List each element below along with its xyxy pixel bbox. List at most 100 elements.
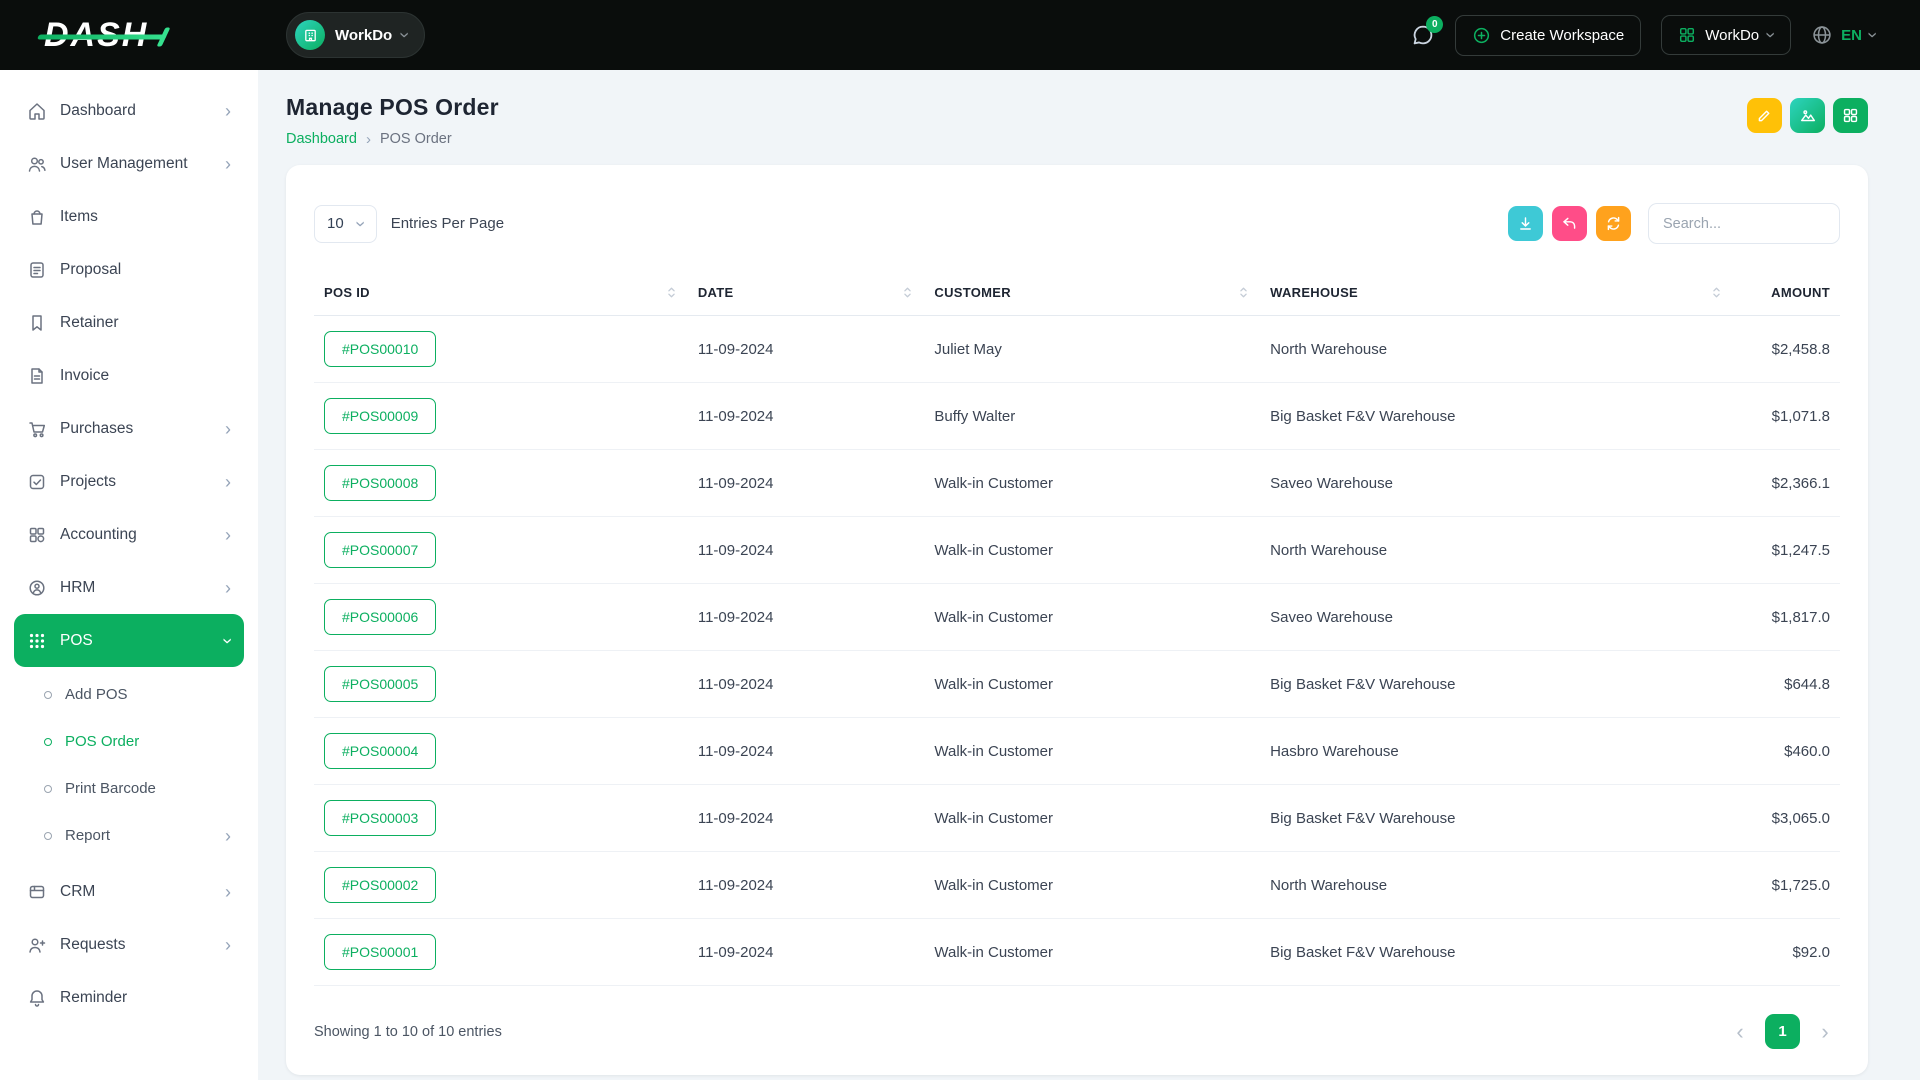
sidebar-item-reminder[interactable]: Reminder <box>14 971 244 1024</box>
sort-icon <box>1237 286 1250 299</box>
sidebar-subitem-add-pos[interactable]: Add POS <box>14 671 244 718</box>
pos-id-link[interactable]: #POS00006 <box>324 599 436 635</box>
pos-id-link[interactable]: #POS00005 <box>324 666 436 702</box>
bookmark-icon <box>27 313 47 333</box>
next-page-button[interactable]: › <box>1810 1015 1840 1049</box>
sidebar-item-user-management[interactable]: User Management <box>14 137 244 190</box>
export-button[interactable] <box>1508 206 1543 241</box>
circle-icon <box>44 738 52 746</box>
logo-area: DASH <box>0 16 258 55</box>
breadcrumb: Dashboard POS Order <box>286 131 499 147</box>
warehouse-name: North Warehouse <box>1260 852 1733 919</box>
table-row: #POS00005 11-09-2024 Walk-in Customer Bi… <box>314 651 1840 718</box>
customer-name: Juliet May <box>924 316 1260 383</box>
sidebar-item-purchases[interactable]: Purchases <box>14 402 244 455</box>
previous-page-button[interactable]: ‹ <box>1725 1015 1755 1049</box>
sidebar-item-retainer[interactable]: Retainer <box>14 296 244 349</box>
chevron-right-icon <box>225 420 231 438</box>
page-number-button[interactable]: 1 <box>1765 1014 1800 1049</box>
order-amount: $3,065.0 <box>1733 785 1840 852</box>
warehouse-name: Saveo Warehouse <box>1260 450 1733 517</box>
order-date: 11-09-2024 <box>688 584 925 651</box>
pos-id-link[interactable]: #POS00010 <box>324 331 436 367</box>
pos-id-link[interactable]: #POS00004 <box>324 733 436 769</box>
order-date: 11-09-2024 <box>688 785 925 852</box>
chevron-right-icon <box>225 526 231 544</box>
grid-squares-icon <box>27 525 47 545</box>
document-check-icon <box>27 260 47 280</box>
column-header-customer[interactable]: CUSTOMER <box>924 270 1260 316</box>
sidebar-item-pos[interactable]: POS <box>14 614 244 667</box>
home-icon <box>27 101 47 121</box>
pos-id-link[interactable]: #POS00007 <box>324 532 436 568</box>
customer-name: Walk-in Customer <box>924 852 1260 919</box>
bag-icon <box>27 207 47 227</box>
customer-name: Walk-in Customer <box>924 785 1260 852</box>
pos-id-link[interactable]: #POS00002 <box>324 867 436 903</box>
column-header-date[interactable]: DATE <box>688 270 925 316</box>
chevron-right-icon <box>225 936 231 954</box>
pos-id-link[interactable]: #POS00001 <box>324 934 436 970</box>
table-footer: Showing 1 to 10 of 10 entries ‹ 1 › <box>314 986 1840 1049</box>
user-plus-icon <box>27 935 47 955</box>
sidebar-subitem-pos-order[interactable]: POS Order <box>14 718 244 765</box>
warehouse-name: North Warehouse <box>1260 316 1733 383</box>
sidebar-item-projects[interactable]: Projects <box>14 455 244 508</box>
sidebar-item-requests[interactable]: Requests <box>14 918 244 971</box>
warehouse-name: North Warehouse <box>1260 517 1733 584</box>
column-header-warehouse[interactable]: WAREHOUSE <box>1260 270 1733 316</box>
grid-view-button[interactable] <box>1833 98 1868 133</box>
workdo-menu-label: WorkDo <box>1705 27 1759 44</box>
create-workspace-label: Create Workspace <box>1500 27 1624 44</box>
warehouse-name: Big Basket F&V Warehouse <box>1260 651 1733 718</box>
sidebar-item-crm[interactable]: CRM <box>14 865 244 918</box>
pos-submenu: Add POS POS Order Print Barcode Report <box>14 667 244 865</box>
order-date: 11-09-2024 <box>688 316 925 383</box>
sidebar-item-proposal[interactable]: Proposal <box>14 243 244 296</box>
refresh-button[interactable] <box>1596 206 1631 241</box>
language-selector[interactable]: EN <box>1811 24 1876 46</box>
column-header-amount[interactable]: AMOUNT <box>1733 270 1840 316</box>
sidebar-item-invoice[interactable]: Invoice <box>14 349 244 402</box>
column-header-pos-id[interactable]: POS ID <box>314 270 688 316</box>
chevron-down-icon <box>219 638 237 644</box>
reset-button[interactable] <box>1552 206 1587 241</box>
dots-grid-icon <box>27 631 47 651</box>
sidebar-subitem-report[interactable]: Report <box>14 812 244 859</box>
edit-button[interactable] <box>1747 98 1782 133</box>
pos-id-link[interactable]: #POS00008 <box>324 465 436 501</box>
entries-per-page-select[interactable]: 10 <box>314 205 377 243</box>
table-row: #POS00008 11-09-2024 Walk-in Customer Sa… <box>314 450 1840 517</box>
table-row: #POS00002 11-09-2024 Walk-in Customer No… <box>314 852 1840 919</box>
page-header: Manage POS Order Dashboard POS Order <box>286 94 1868 147</box>
check-square-icon <box>27 472 47 492</box>
customer-name: Buffy Walter <box>924 383 1260 450</box>
pos-id-link[interactable]: #POS00009 <box>324 398 436 434</box>
warehouse-name: Big Basket F&V Warehouse <box>1260 383 1733 450</box>
circle-icon <box>44 691 52 699</box>
media-button[interactable] <box>1790 98 1825 133</box>
pos-id-link[interactable]: #POS00003 <box>324 800 436 836</box>
breadcrumb-dashboard-link[interactable]: Dashboard <box>286 131 357 147</box>
create-workspace-button[interactable]: Create Workspace <box>1455 15 1641 56</box>
order-amount: $92.0 <box>1733 919 1840 986</box>
chevron-down-icon <box>1762 32 1780 38</box>
customer-name: Walk-in Customer <box>924 718 1260 785</box>
customer-name: Walk-in Customer <box>924 584 1260 651</box>
download-icon <box>1517 215 1534 232</box>
sidebar-item-items[interactable]: Items <box>14 190 244 243</box>
circle-icon <box>44 832 52 840</box>
workspace-switcher[interactable]: WorkDo <box>286 12 425 58</box>
workdo-menu-button[interactable]: WorkDo <box>1661 15 1791 55</box>
sidebar-item-accounting[interactable]: Accounting <box>14 508 244 561</box>
sidebar-item-hrm[interactable]: HRM <box>14 561 244 614</box>
sidebar-subitem-print-barcode[interactable]: Print Barcode <box>14 765 244 812</box>
sidebar-item-dashboard[interactable]: Dashboard <box>14 84 244 137</box>
brand-logo[interactable]: DASH <box>44 16 148 55</box>
search-input[interactable] <box>1648 203 1840 244</box>
bell-icon <box>27 988 47 1008</box>
customer-name: Walk-in Customer <box>924 651 1260 718</box>
messages-button[interactable]: 0 <box>1411 23 1435 47</box>
image-icon <box>1799 107 1817 125</box>
plus-circle-icon <box>1472 26 1491 45</box>
